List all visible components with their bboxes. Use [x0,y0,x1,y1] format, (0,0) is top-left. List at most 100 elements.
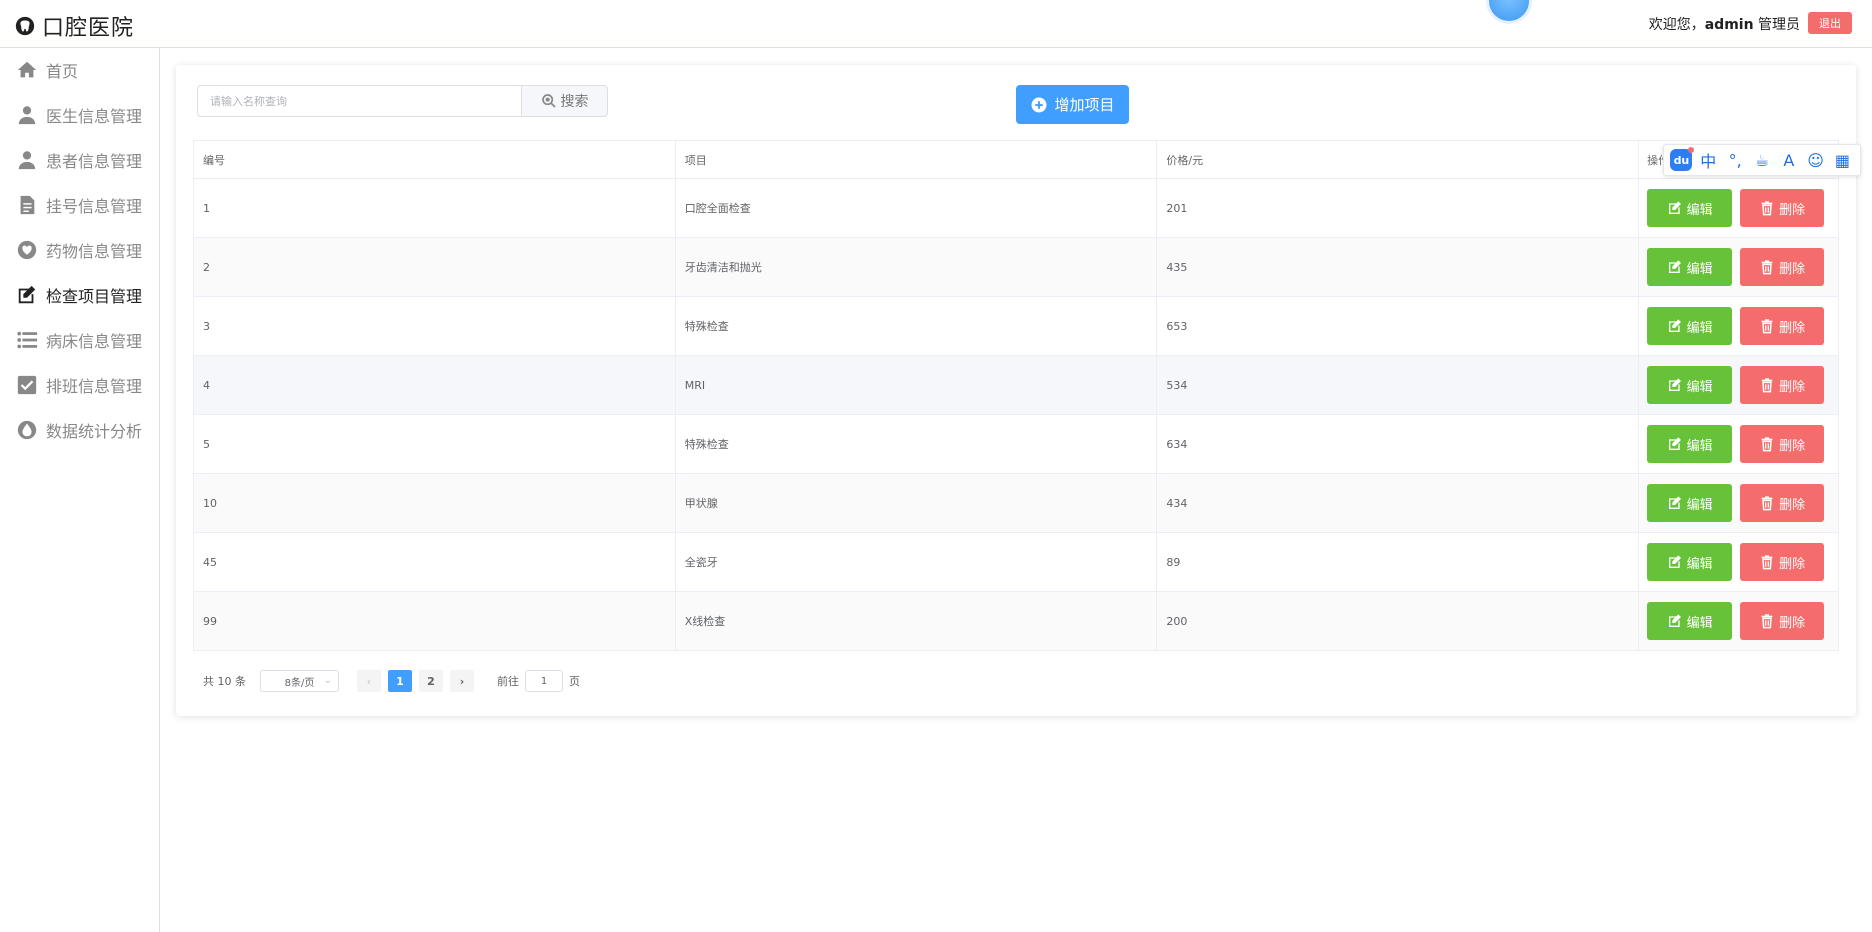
cell-actions: 编辑 删除 [1639,238,1839,296]
home-icon [17,61,37,78]
trash-icon [1761,437,1773,452]
sidebar-item-label: 首页 [46,62,79,81]
edit-button-label: 编辑 [1686,320,1713,336]
page-button-2[interactable]: 2 [419,670,443,692]
welcome-prefix: 欢迎您， [1648,17,1705,33]
user-icon [18,151,36,170]
cell-price: 534 [1157,356,1640,414]
cell-id: 1 [194,179,676,237]
search-input[interactable] [197,85,521,117]
sidebar-item-examinations[interactable]: 检查项目管理 [0,273,159,317]
sidebar-item-medicine[interactable]: 药物信息管理 [0,228,159,272]
table-row: 10 甲状腺 434 编辑 删除 [194,474,1839,533]
delete-button-label: 删除 [1779,615,1806,631]
cell-actions: 编辑 删除 [1639,592,1839,650]
sidebar-item-label: 药物信息管理 [46,242,143,261]
search-bar: 搜索 [197,85,608,117]
edit-button[interactable]: 编辑 [1647,425,1733,463]
trash-icon [1761,378,1773,393]
top-header: 口腔医院 欢迎您，admin 管理员 退出 [0,0,1872,48]
pagination-total: 共 10 条 [203,675,246,688]
delete-button[interactable]: 删除 [1740,602,1825,640]
user-icon [18,106,36,125]
delete-button[interactable]: 删除 [1740,248,1825,286]
chevron-right-icon: › [459,674,465,688]
cell-id: 99 [194,592,676,650]
cell-price: 634 [1157,415,1640,473]
edit-button-label: 编辑 [1686,615,1713,631]
edit-icon [1668,614,1681,627]
delete-button-label: 删除 [1779,261,1806,277]
page-button-1[interactable]: 1 [388,670,412,692]
cell-id: 5 [194,415,676,473]
edit-button[interactable]: 编辑 [1647,366,1733,404]
search-button-label: 搜索 [560,94,589,110]
table-row: 99 X线检查 200 编辑 删除 [194,592,1839,651]
sidebar-item-patients[interactable]: 患者信息管理 [0,138,159,182]
sidebar-item-statistics[interactable]: 数据统计分析 [0,408,159,452]
column-header-id: 编号 [194,141,676,178]
edit-button-label: 编辑 [1686,556,1713,572]
table-row: 3 特殊检查 653 编辑 删除 [194,297,1839,356]
cell-actions: 编辑 删除 [1639,297,1839,355]
edit-button-label: 编辑 [1686,379,1713,395]
delete-button[interactable]: 删除 [1740,425,1825,463]
add-item-button[interactable]: 增加项目 [1016,85,1129,124]
cell-price: 89 [1157,533,1640,591]
ime-punctuation-icon[interactable]: °, [1724,149,1746,171]
sidebar-item-label: 检查项目管理 [46,287,143,306]
cell-actions: 编辑 删除 [1639,533,1839,591]
cell-name: X线检查 [676,592,1158,650]
cell-name: 特殊检查 [676,297,1158,355]
trash-icon [1761,555,1773,570]
edit-button[interactable]: 编辑 [1647,189,1733,227]
cell-price: 200 [1157,592,1640,650]
delete-button-label: 删除 [1779,438,1806,454]
cell-id: 2 [194,238,676,296]
prev-page-button[interactable]: ‹ [357,670,381,692]
cell-id: 45 [194,533,676,591]
search-icon [541,94,556,108]
delete-button[interactable]: 删除 [1740,189,1825,227]
document-icon [20,195,35,215]
next-page-button[interactable]: › [450,670,474,692]
cell-name: MRI [676,356,1158,414]
page-size-select[interactable]: 8条/页 ⌄ [260,670,339,692]
avatar[interactable] [1486,0,1532,24]
ime-logo-icon[interactable]: du [1670,147,1695,171]
logout-button[interactable]: 退出 [1808,12,1852,34]
sidebar-item-home[interactable]: 首页 [0,48,159,92]
cell-name: 特殊检查 [676,415,1158,473]
ime-skin-icon[interactable]: A [1778,149,1800,171]
sidebar-item-doctors[interactable]: 医生信息管理 [0,93,159,137]
sidebar-item-label: 医生信息管理 [46,107,143,126]
edit-button[interactable]: 编辑 [1647,248,1733,286]
username: admin [1704,17,1754,33]
edit-button[interactable]: 编辑 [1647,602,1733,640]
sidebar-item-registration[interactable]: 挂号信息管理 [0,183,159,227]
edit-button[interactable]: 编辑 [1647,307,1733,345]
goto-page-input[interactable] [525,670,563,692]
sidebar-item-label: 数据统计分析 [46,422,143,441]
edit-icon [18,285,36,304]
column-header-price: 价格/元 [1157,141,1640,178]
delete-button[interactable]: 删除 [1740,484,1825,522]
delete-button[interactable]: 删除 [1740,307,1825,345]
edit-button-label: 编辑 [1686,261,1713,277]
ime-chinese-mode[interactable]: 中 [1697,149,1719,171]
search-button[interactable]: 搜索 [521,85,608,117]
sidebar-item-schedule[interactable]: 排班信息管理 [0,363,159,407]
cell-name: 口腔全面检查 [676,179,1158,237]
delete-button[interactable]: 删除 [1740,543,1825,581]
content-card: 搜索 增加项目 编号 项目 价格/元 操作 1口腔全面检查201编辑删除2牙齿清… [176,65,1856,716]
cell-id: 10 [194,474,676,532]
ime-emoji-icon[interactable]: ☺ [1805,149,1827,171]
edit-button-label: 编辑 [1686,202,1713,218]
sidebar-item-beds[interactable]: 病床信息管理 [0,318,159,362]
edit-button-label: 编辑 [1686,438,1713,454]
edit-button[interactable]: 编辑 [1647,484,1733,522]
edit-button[interactable]: 编辑 [1647,543,1733,581]
ime-grid-icon[interactable]: ▦ [1831,149,1853,171]
ime-cup-icon[interactable]: ☕ [1751,149,1773,171]
delete-button[interactable]: 删除 [1740,366,1825,404]
